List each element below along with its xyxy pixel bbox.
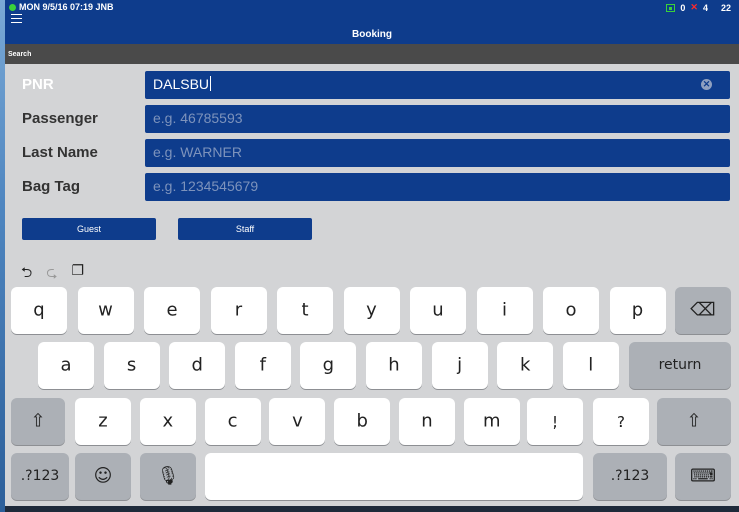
key-w[interactable]: w (77, 287, 134, 334)
key-z[interactable]: z (75, 398, 131, 445)
on-screen-keyboard: ⮌ ⮎ ❐ qwertyuiop asdfghjkl zxcvbnm ⌫ ret… (5, 250, 739, 512)
numbers-key-left[interactable]: .?123 (11, 453, 69, 500)
booking-app: MON 9/5/16 07:19 JNB 0 ✕ 4 22 Booking Se… (5, 0, 739, 512)
paste-icon[interactable]: ❐ (71, 262, 84, 286)
staff-button[interactable]: Staff (178, 218, 312, 240)
backspace-key[interactable]: ⌫ (675, 287, 731, 334)
network-icon (666, 3, 676, 12)
key-g[interactable]: g (300, 342, 357, 389)
key-j[interactable]: j (431, 342, 488, 389)
online-indicator-icon (9, 3, 16, 11)
pnr-label: PNR (22, 76, 54, 93)
key-m[interactable]: m (463, 398, 520, 445)
key-x[interactable]: x (139, 398, 196, 445)
text-caret (210, 76, 212, 91)
error-icon: ✕ (690, 2, 698, 12)
key-c[interactable]: c (204, 398, 261, 445)
hide-keyboard-key[interactable]: ⌨ (675, 453, 731, 500)
key-a[interactable]: a (38, 342, 94, 389)
redo-icon[interactable]: ⮎ (46, 262, 57, 286)
key-o[interactable]: o (543, 287, 599, 334)
passenger-row: Passenger e.g. 46785593 (5, 105, 739, 133)
error-count: 4 (702, 2, 708, 13)
status-bar: MON 9/5/16 07:19 JNB 0 ✕ 4 22 (5, 0, 739, 27)
emoji-key[interactable]: ☺ (75, 453, 131, 500)
numbers-key-right[interactable]: .?123 (593, 453, 667, 500)
pnr-row: PNR DALSBU ✕ (5, 71, 739, 99)
section-title: Search (5, 44, 739, 64)
shift-left-key[interactable]: ⇧ (11, 398, 65, 445)
keyboard-toolbar: ⮌ ⮎ ❐ (21, 262, 84, 286)
key-n[interactable]: n (399, 398, 455, 445)
clear-icon[interactable]: ✕ (701, 79, 712, 90)
key-d[interactable]: d (169, 342, 226, 389)
key-q[interactable]: q (11, 287, 67, 334)
key-y[interactable]: y (343, 287, 400, 334)
last-name-field[interactable]: e.g. WARNER (145, 139, 730, 167)
undo-icon[interactable]: ⮌ (21, 262, 32, 286)
hamburger-menu-icon[interactable] (11, 14, 22, 23)
key-f[interactable]: f (234, 342, 291, 389)
key-k[interactable]: k (497, 342, 554, 389)
bag-tag-label: Bag Tag (22, 178, 81, 195)
key-l[interactable]: l (562, 342, 619, 389)
key-e[interactable]: e (144, 287, 200, 334)
key-p[interactable]: p (609, 287, 666, 334)
passenger-label: Passenger (22, 110, 98, 127)
status-right: 0 ✕ 4 22 (666, 2, 731, 13)
key-r[interactable]: r (210, 287, 267, 334)
pnr-field[interactable]: DALSBU ✕ (145, 71, 730, 99)
return-key[interactable]: return (629, 342, 731, 389)
status-left: MON 9/5/16 07:19 JNB (9, 2, 114, 12)
guest-button[interactable]: Guest (22, 218, 156, 240)
bag-tag-row: Bag Tag e.g. 1234545679 (5, 173, 739, 201)
dictation-key[interactable]: 🎙 (140, 453, 196, 500)
status-right-count: 22 (720, 2, 731, 13)
passenger-field[interactable]: e.g. 46785593 (145, 105, 730, 133)
key-b[interactable]: b (334, 398, 391, 445)
shift-right-key[interactable]: ⇧ (657, 398, 731, 445)
last-name-row: Last Name e.g. WARNER (5, 139, 739, 167)
network-count: 0 (680, 2, 686, 13)
key-s[interactable]: s (103, 342, 160, 389)
key-v[interactable]: v (269, 398, 326, 445)
pnr-value: DALSBU (153, 76, 210, 92)
key-t[interactable]: t (277, 287, 333, 334)
question-key[interactable]: ?. (593, 398, 649, 445)
bag-tag-field[interactable]: e.g. 1234545679 (145, 173, 730, 201)
space-bar[interactable] (205, 453, 583, 500)
bottom-strip (5, 506, 739, 512)
page-title: Booking (352, 29, 392, 40)
key-i[interactable]: i (476, 287, 533, 334)
key-h[interactable]: h (366, 342, 422, 389)
key-u[interactable]: u (410, 287, 466, 334)
exclamation-key[interactable]: !, (527, 398, 583, 445)
status-datetime: MON 9/5/16 07:19 JNB (19, 2, 114, 12)
last-name-label: Last Name (22, 144, 98, 161)
